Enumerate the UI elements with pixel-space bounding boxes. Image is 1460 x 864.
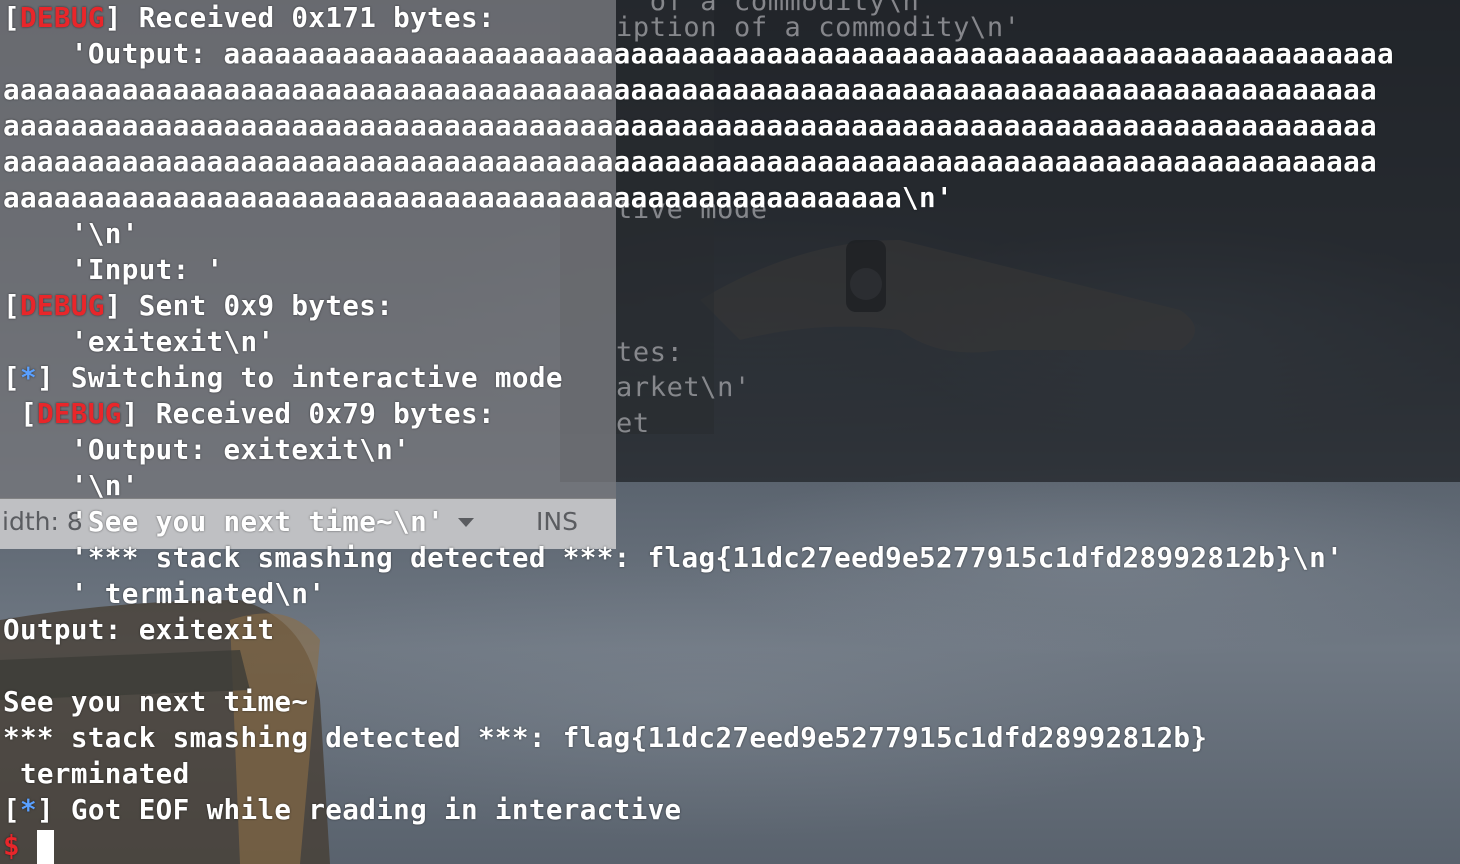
terminal-line: ' terminated\n' — [3, 577, 326, 610]
debug-tag: DEBUG — [19, 1, 105, 34]
debug-tag: DEBUG — [36, 397, 122, 430]
terminal-line: aaaaaaaaaaaaaaaaaaaaaaaaaaaaaaaaaaaaaaaa… — [3, 73, 1377, 106]
terminal-line: [DEBUG] Sent 0x9 bytes: — [3, 289, 394, 322]
text-cursor[interactable] — [36, 830, 54, 864]
desktop: of a commodity\n iption of a commodity\n… — [0, 0, 1460, 864]
terminal-line: See you next time~ — [3, 685, 309, 718]
terminal-line: aaaaaaaaaaaaaaaaaaaaaaaaaaaaaaaaaaaaaaaa… — [3, 181, 953, 214]
terminal-line: 'See you next time~\n' — [3, 505, 445, 538]
info-tag: * — [19, 793, 37, 826]
terminal-line: 'Input: ' — [3, 253, 224, 286]
terminal-line: 'Output: exitexit\n' — [3, 433, 411, 466]
terminal-line: [DEBUG] Received 0x171 bytes: — [3, 1, 495, 34]
terminal-line: [*] Switching to interactive mode — [3, 361, 563, 394]
terminal-output[interactable]: [DEBUG] Received 0x171 bytes: 'Output: a… — [0, 0, 1460, 864]
shell-prompt: $ — [3, 829, 37, 862]
info-tag: * — [19, 361, 37, 394]
terminal-line: aaaaaaaaaaaaaaaaaaaaaaaaaaaaaaaaaaaaaaaa… — [3, 145, 1377, 178]
terminal-line: '*** stack smashing detected ***: flag{1… — [3, 541, 1344, 574]
debug-tag: DEBUG — [19, 289, 105, 322]
terminal-line: 'exitexit\n' — [3, 325, 275, 358]
terminal-line: *** stack smashing detected ***: flag{11… — [3, 721, 1208, 754]
terminal-line: Output: exitexit — [3, 613, 275, 646]
terminal-prompt-line[interactable]: $ — [3, 828, 54, 864]
terminal-line: terminated — [3, 757, 190, 790]
terminal-line: 'Output: aaaaaaaaaaaaaaaaaaaaaaaaaaaaaaa… — [3, 37, 1394, 70]
terminal-line: aaaaaaaaaaaaaaaaaaaaaaaaaaaaaaaaaaaaaaaa… — [3, 109, 1377, 142]
terminal-line: [DEBUG] Received 0x79 bytes: — [3, 397, 495, 430]
terminal-line: '\n' — [3, 217, 139, 250]
terminal-line: '\n' — [3, 469, 139, 502]
terminal-line: [*] Got EOF while reading in interactive — [3, 793, 682, 826]
